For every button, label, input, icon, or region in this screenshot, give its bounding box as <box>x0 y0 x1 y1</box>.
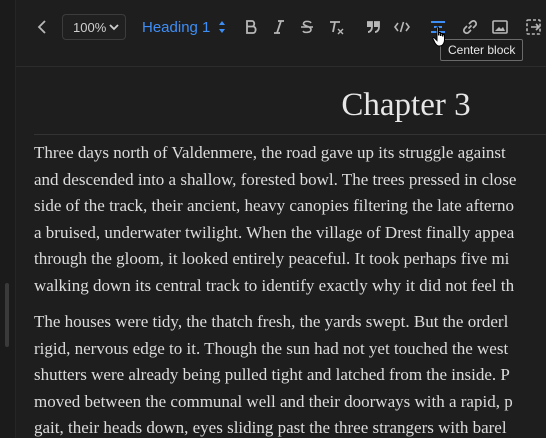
text-line: The houses were tidy, the thatch fresh, … <box>34 312 509 331</box>
text-line: through the gloom, it looked entirely pe… <box>34 249 510 268</box>
link-icon <box>463 20 478 35</box>
strikethrough-button[interactable] <box>298 14 316 40</box>
strikethrough-icon <box>301 20 313 34</box>
document-body[interactable]: Chapter 3 Three days north of Valdenmere… <box>34 82 546 438</box>
text-line: side of the track, their ancient, heavy … <box>34 196 515 215</box>
zoom-value: 100% <box>73 19 107 35</box>
left-gutter <box>0 0 16 438</box>
back-button[interactable] <box>34 14 50 40</box>
italic-button[interactable] <box>270 14 288 40</box>
chevron-down-icon <box>109 24 119 31</box>
title-divider <box>34 134 546 135</box>
paragraph-2[interactable]: The houses were tidy, the thatch fresh, … <box>34 309 546 438</box>
link-button[interactable] <box>460 14 480 40</box>
code-button[interactable] <box>392 14 412 40</box>
toolbar-divider <box>16 66 546 67</box>
block-style-value: Heading 1 <box>142 18 211 36</box>
chapter-title[interactable]: Chapter 3 <box>34 82 546 128</box>
blockquote-button[interactable] <box>364 14 382 40</box>
left-scrollbar-thumb[interactable] <box>5 283 9 347</box>
text-line: and descended into a shallow, forested b… <box>34 169 517 189</box>
text-line: a bruised, underwater twilight. When the… <box>34 222 515 242</box>
text-line: shutters were already being pulled tight… <box>34 365 510 384</box>
code-icon <box>394 21 410 33</box>
text-line: walking down its central track to identi… <box>34 275 515 295</box>
mouse-cursor-icon <box>432 26 445 47</box>
embed-button[interactable] <box>524 14 546 40</box>
up-down-icon <box>219 21 225 33</box>
clear-format-icon <box>330 20 344 34</box>
paragraph-1[interactable]: Three days north of Valdenmere, the road… <box>34 140 546 299</box>
text-line: moved between the communal well and thei… <box>34 391 513 411</box>
bold-icon <box>246 20 257 34</box>
text-line: Three days north of Valdenmere, the road… <box>34 143 506 162</box>
bold-button[interactable] <box>242 14 260 40</box>
embed-icon <box>526 19 541 35</box>
block-style-select[interactable]: Heading 1 <box>134 14 238 40</box>
italic-icon <box>274 20 284 34</box>
clear-format-button[interactable] <box>326 14 346 40</box>
image-icon <box>492 20 508 34</box>
image-button[interactable] <box>490 14 510 40</box>
text-line: gait, their heads down, eyes sliding pas… <box>34 418 507 437</box>
text-line: rigid, nervous edge to it. Though the su… <box>34 338 509 358</box>
chevron-left-icon <box>37 20 46 34</box>
zoom-select[interactable]: 100% <box>62 14 126 40</box>
center-block-tooltip: Center block <box>440 39 524 61</box>
quote-icon <box>367 21 380 33</box>
